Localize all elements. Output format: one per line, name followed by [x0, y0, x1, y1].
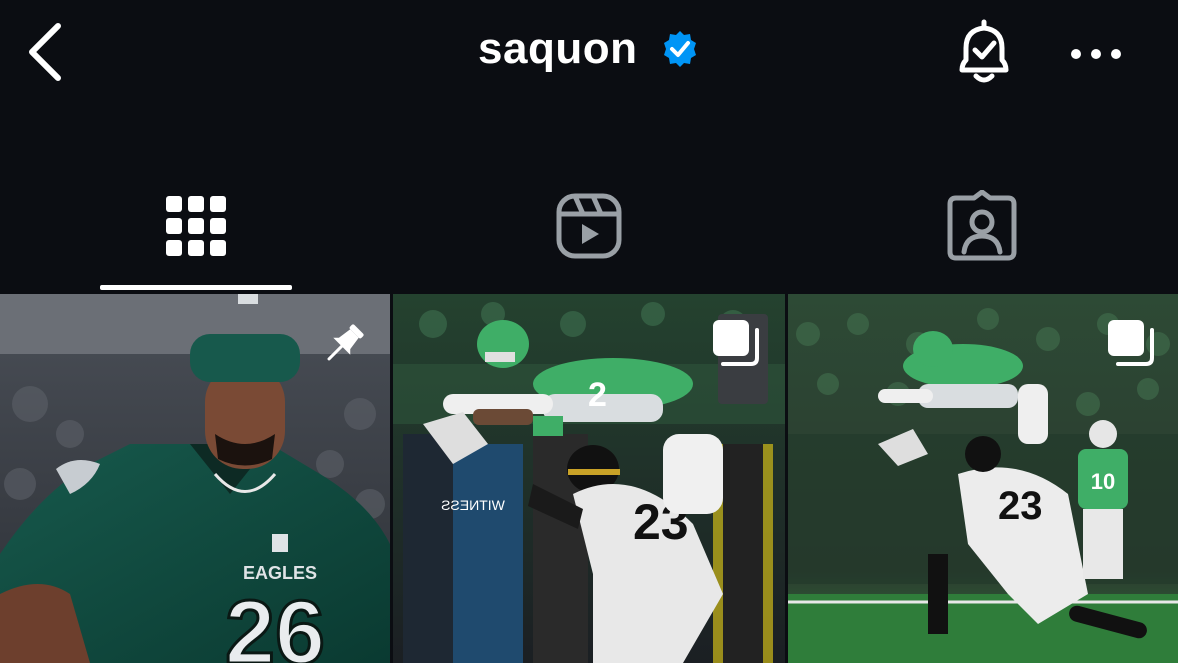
post-thumbnail-1[interactable]: EAGLES 26	[0, 294, 390, 663]
post-thumbnail-3[interactable]: 23 10	[788, 294, 1178, 663]
tab-posts[interactable]	[0, 160, 392, 292]
carousel-icon	[1108, 320, 1154, 366]
grid-icon	[166, 196, 226, 256]
pin-icon	[327, 324, 364, 361]
more-horizontal-icon	[1071, 49, 1121, 59]
selected-tab-indicator	[100, 285, 292, 290]
overlay-text: WITNESS	[441, 497, 505, 513]
jersey-wordmark: EAGLES	[243, 563, 317, 583]
notifications-button[interactable]	[948, 18, 1020, 88]
profile-tabs	[0, 160, 1178, 292]
jersey-number-flying: 2	[588, 376, 607, 414]
carousel-icon	[713, 320, 759, 366]
profile-header: saquon	[0, 0, 1178, 110]
more-options-button[interactable]	[1066, 34, 1126, 74]
bell-check-icon	[959, 19, 1009, 83]
tab-reels[interactable]	[393, 160, 785, 292]
posts-grid: EAGLES 26 2 23 WITNESS 23 10	[0, 294, 1178, 663]
jersey-number: 26	[225, 583, 325, 663]
tab-tagged[interactable]	[786, 160, 1178, 292]
tagged-person-icon	[947, 190, 1017, 261]
post-thumbnail-2[interactable]: 2 23 WITNESS	[393, 294, 785, 663]
background-jersey-number: 10	[1091, 469, 1115, 494]
reels-icon	[556, 193, 622, 259]
username: saquon	[478, 24, 638, 73]
verified-badge-icon	[660, 29, 700, 69]
jersey-number-defender: 23	[998, 484, 1043, 528]
